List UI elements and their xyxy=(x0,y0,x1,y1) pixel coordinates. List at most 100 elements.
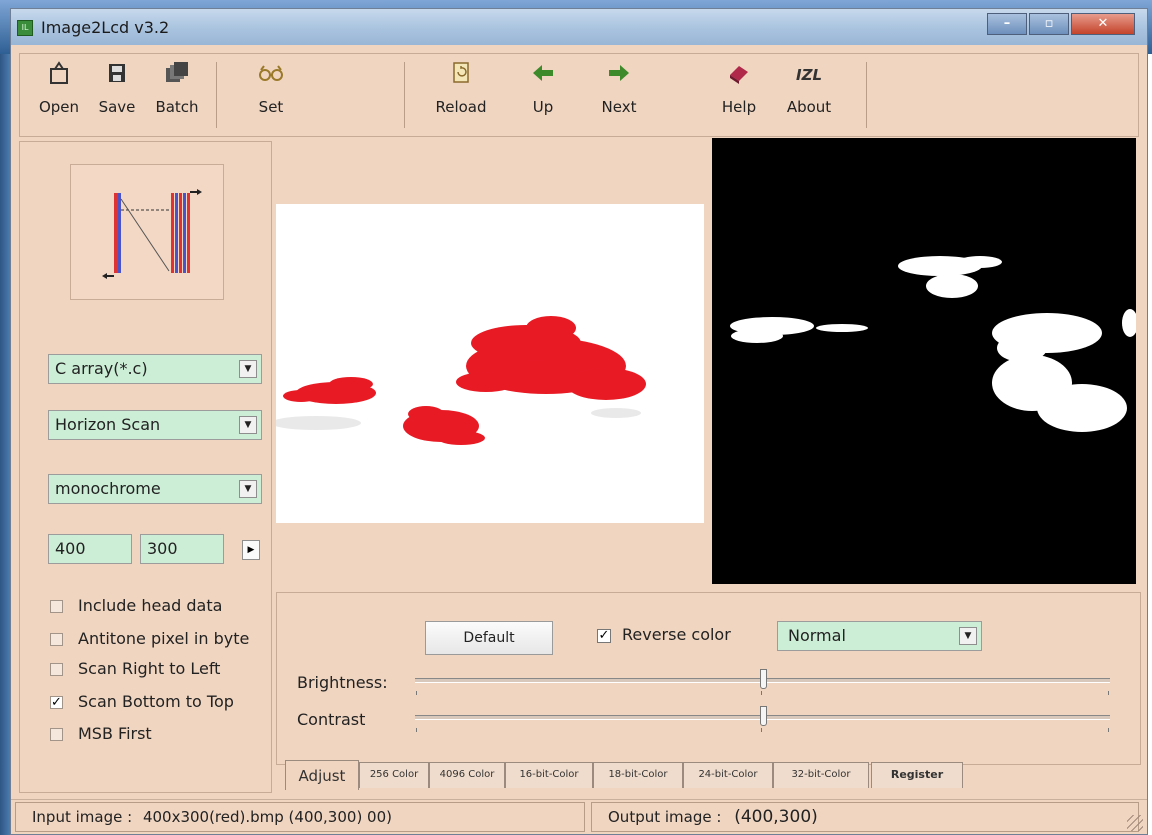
output-image-view[interactable] xyxy=(712,138,1138,584)
save-button[interactable]: Save xyxy=(88,60,146,128)
output-image-label: Output image : xyxy=(608,808,722,826)
minimize-icon: – xyxy=(1003,16,1011,31)
maximize-icon: ▫ xyxy=(1044,16,1054,31)
window-title: Image2Lcd v3.2 xyxy=(41,18,170,37)
desktop-background-edge xyxy=(0,54,10,835)
save-icon xyxy=(88,60,146,90)
scan-mode-value: Horizon Scan xyxy=(55,415,161,434)
contrast-label: Contrast xyxy=(297,710,366,729)
mode-select[interactable]: Normal ▼ xyxy=(777,621,982,651)
open-icon xyxy=(30,60,88,90)
glasses-icon xyxy=(242,60,300,90)
arrow-right-icon xyxy=(590,60,648,90)
brightness-label: Brightness: xyxy=(297,673,388,692)
play-triangle-icon: ▶ xyxy=(247,545,255,555)
set-label: Set xyxy=(258,98,284,116)
chevron-down-icon[interactable]: ▼ xyxy=(959,627,977,645)
mode-value: Normal xyxy=(788,626,846,645)
reload-button[interactable]: Reload xyxy=(430,60,492,128)
about-label: About xyxy=(786,98,832,116)
checkbox-box[interactable] xyxy=(50,728,63,741)
minimize-button[interactable]: – xyxy=(987,13,1027,35)
chevron-down-icon[interactable]: ▼ xyxy=(239,360,257,378)
set-button[interactable]: Set xyxy=(242,60,300,128)
slider-thumb[interactable] xyxy=(759,669,767,689)
tab-adjust[interactable]: Adjust xyxy=(285,760,359,790)
app-window: IL Image2Lcd v3.2 – ▫ ✕ Open Save Batch xyxy=(10,8,1148,835)
brightness-slider[interactable] xyxy=(415,669,1110,695)
msb-first-label: MSB First xyxy=(78,724,152,743)
open-button[interactable]: Open xyxy=(30,60,88,128)
output-image-status: Output image : (400,300) xyxy=(591,802,1139,832)
toolbar: Open Save Batch Set Reload Up Next Help … xyxy=(19,53,1139,137)
adjust-panel: Default ✓ Reverse color Normal ▼ Brightn… xyxy=(276,592,1141,765)
width-input[interactable]: 400 xyxy=(48,534,132,564)
tab-32-bit-color[interactable]: 32-bit-Color xyxy=(773,762,869,788)
tab-24-bit-color[interactable]: 24-bit-Color xyxy=(683,762,773,788)
maximize-button[interactable]: ▫ xyxy=(1029,13,1069,35)
tab-register[interactable]: Register xyxy=(871,762,963,788)
slider-tick xyxy=(416,691,417,695)
tab-16-bit-color[interactable]: 16-bit-Color xyxy=(505,762,593,788)
scan-mode-select[interactable]: Horizon Scan ▼ xyxy=(48,410,262,440)
contrast-slider[interactable] xyxy=(415,706,1110,732)
input-image-status: Input image : 400x300(red).bmp (400,300)… xyxy=(15,802,585,832)
chevron-down-icon[interactable]: ▼ xyxy=(239,480,257,498)
status-bar: Input image : 400x300(red).bmp (400,300)… xyxy=(11,799,1147,835)
settings-panel: C array(*.c) ▼ Horizon Scan ▼ monochrome… xyxy=(19,141,272,793)
input-image-label: Input image : xyxy=(32,808,133,826)
reverse-color-checkbox[interactable]: ✓ xyxy=(597,629,611,643)
scan-bottom-to-top-label: Scan Bottom to Top xyxy=(78,692,234,711)
slider-tick xyxy=(761,691,762,695)
reload-icon xyxy=(430,60,492,90)
about-button[interactable]: IZL About xyxy=(780,60,838,128)
color-depth-select[interactable]: monochrome ▼ xyxy=(48,474,262,504)
about-izl-icon: IZL xyxy=(795,66,822,84)
help-button[interactable]: Help xyxy=(710,60,768,128)
next-button[interactable]: Next xyxy=(590,60,648,128)
color-depth-value: monochrome xyxy=(55,479,161,498)
size-apply-button[interactable]: ▶ xyxy=(242,540,260,560)
tab-4096-color[interactable]: 4096 Color xyxy=(429,762,505,788)
scan-direction-preview xyxy=(70,164,224,300)
checkbox-box[interactable] xyxy=(50,633,63,646)
slider-thumb[interactable] xyxy=(759,706,767,726)
arrow-left-icon xyxy=(514,60,572,90)
input-image-view[interactable] xyxy=(271,138,704,582)
height-input[interactable]: 300 xyxy=(140,534,224,564)
slider-tick xyxy=(1108,728,1109,732)
tab-18-bit-color[interactable]: 18-bit-Color xyxy=(593,762,683,788)
toolbar-separator xyxy=(866,62,867,128)
help-book-icon xyxy=(710,60,768,90)
open-label: Open xyxy=(38,98,80,116)
antitone-pixel-label: Antitone pixel in byte xyxy=(78,629,250,648)
slider-tick xyxy=(1108,691,1109,695)
chevron-down-icon[interactable]: ▼ xyxy=(239,416,257,434)
save-label: Save xyxy=(98,98,136,116)
include-head-data-label: Include head data xyxy=(78,596,223,615)
output-type-select[interactable]: C array(*.c) ▼ xyxy=(48,354,262,384)
batch-label: Batch xyxy=(155,98,199,116)
tab-256-color[interactable]: 256 Color xyxy=(359,762,429,788)
resize-grip[interactable] xyxy=(1127,815,1143,831)
scan-direction-diagram xyxy=(102,189,202,279)
default-button[interactable]: Default xyxy=(425,621,553,655)
input-image xyxy=(271,204,704,523)
close-button[interactable]: ✕ xyxy=(1071,13,1135,35)
next-label: Next xyxy=(601,98,637,116)
checkbox-box[interactable] xyxy=(50,600,63,613)
close-icon: ✕ xyxy=(1097,16,1109,31)
toolbar-separator xyxy=(216,62,217,128)
reverse-color-label: Reverse color xyxy=(622,625,731,644)
title-bar[interactable]: IL Image2Lcd v3.2 – ▫ ✕ xyxy=(11,9,1147,45)
slider-tick xyxy=(416,728,417,732)
batch-button[interactable]: Batch xyxy=(148,60,206,128)
scan-right-to-left-label: Scan Right to Left xyxy=(78,659,221,678)
checkbox-box[interactable]: ✓ xyxy=(50,696,63,709)
help-label: Help xyxy=(721,98,757,116)
checkbox-box[interactable] xyxy=(50,663,63,676)
up-button[interactable]: Up xyxy=(514,60,572,128)
output-image-value: (400,300) xyxy=(734,807,818,827)
toolbar-separator xyxy=(404,62,405,128)
batch-icon xyxy=(148,60,206,90)
